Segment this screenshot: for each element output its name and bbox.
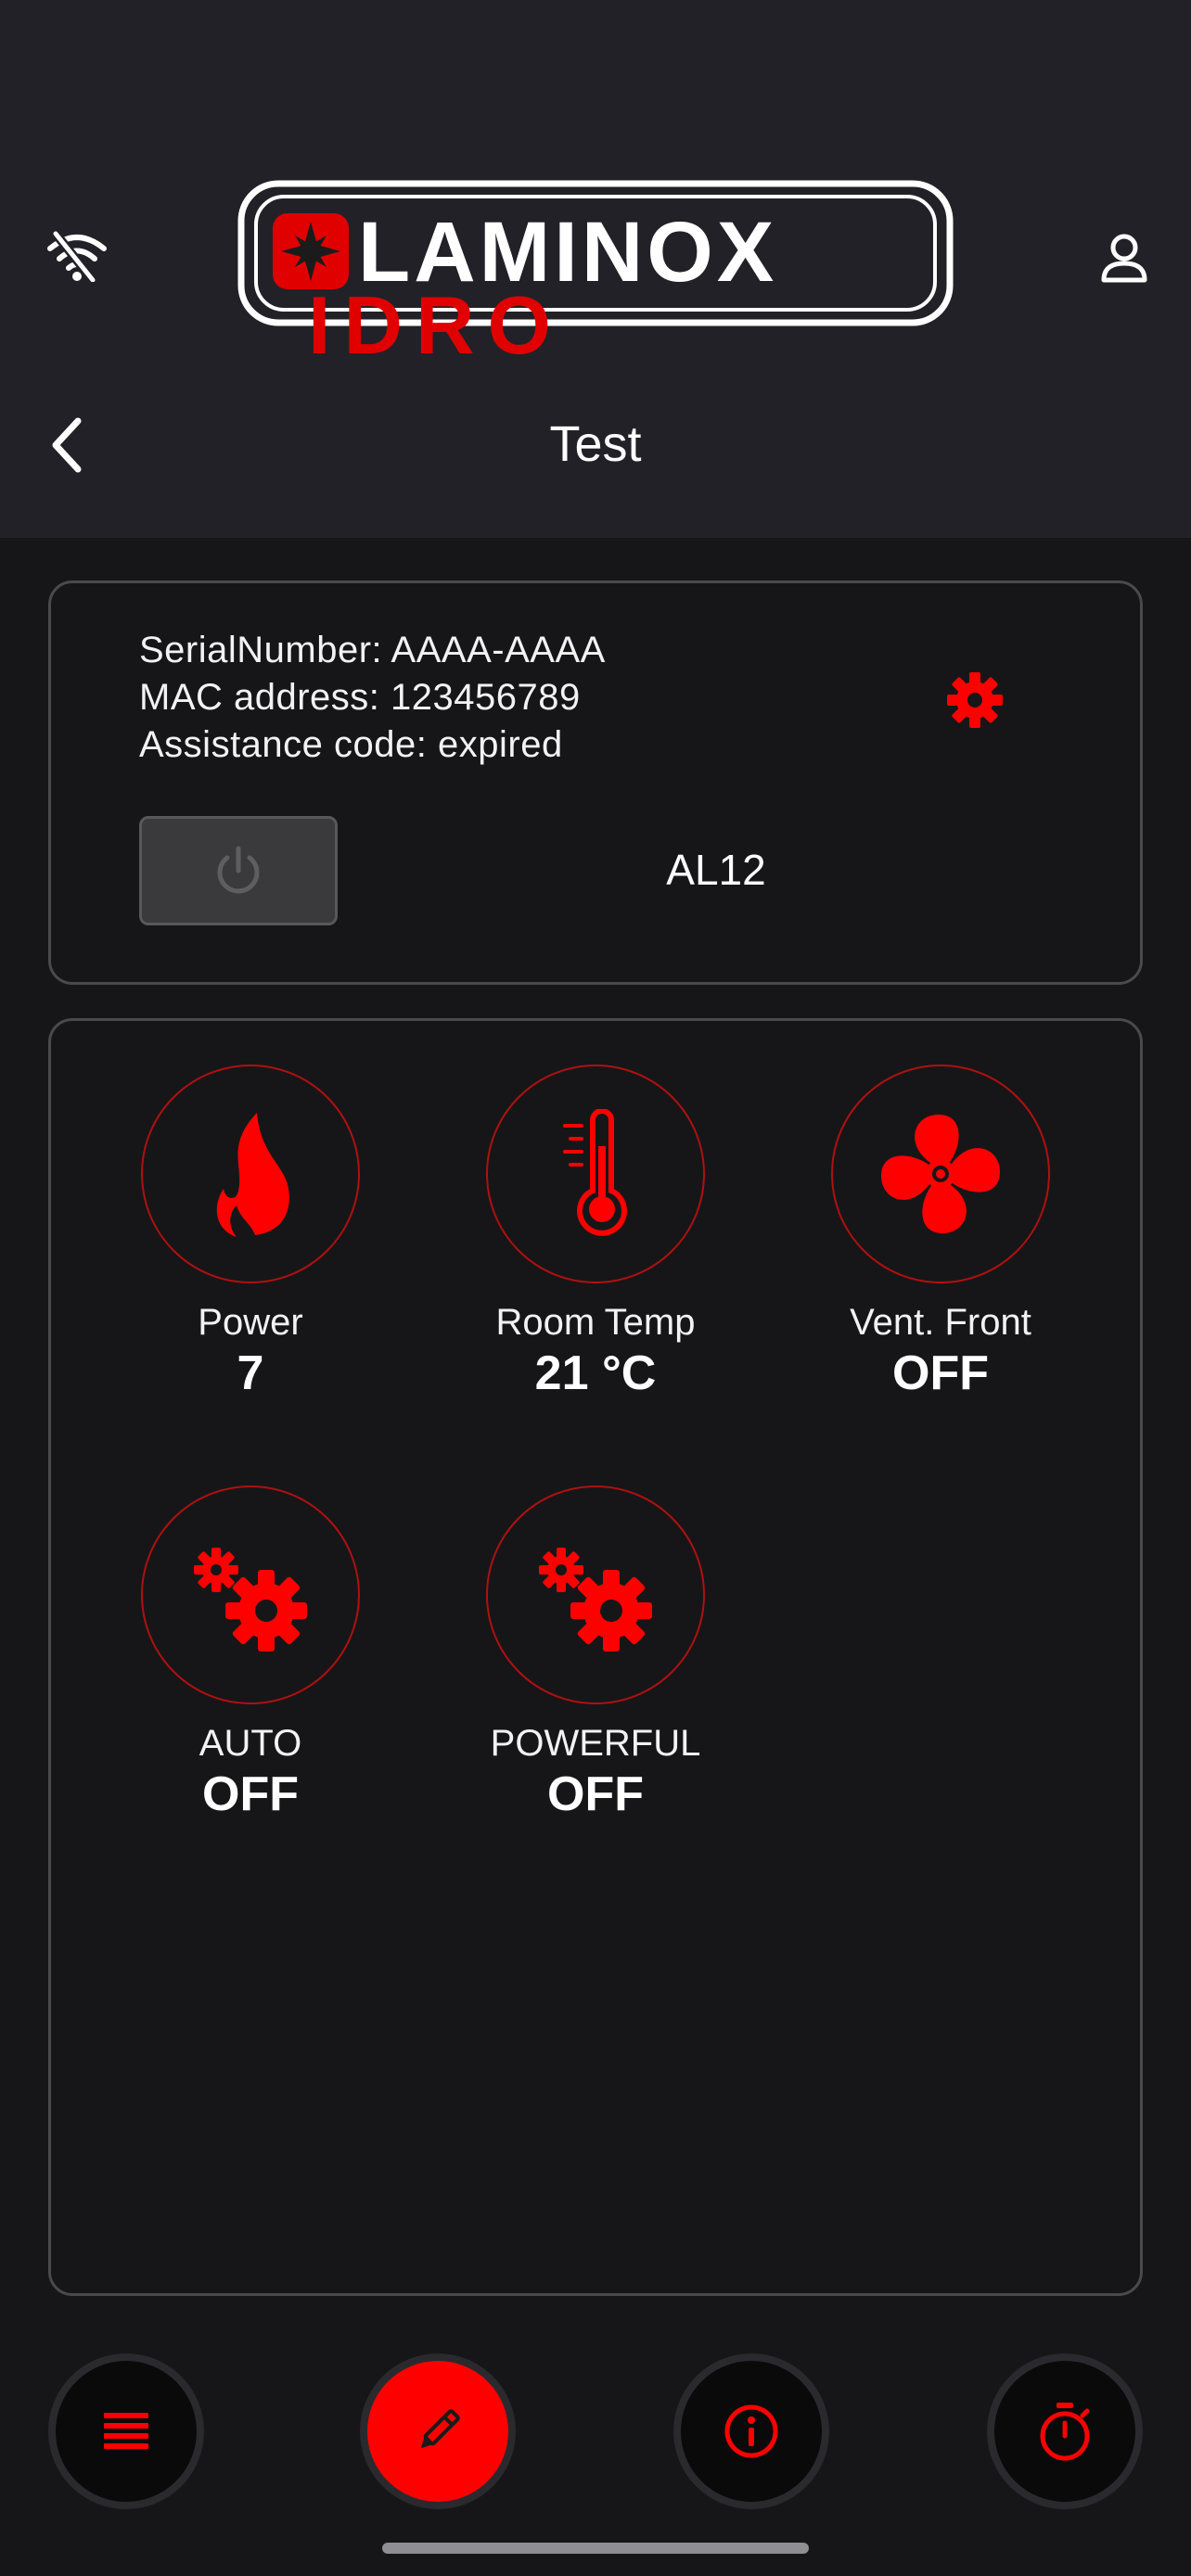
gears-icon — [194, 1548, 307, 1651]
assistance-code: Assistance code: expired — [139, 724, 563, 765]
auto-tile[interactable]: AUTO OFF — [139, 1486, 362, 1822]
tile-label: Power — [198, 1302, 303, 1343]
tile-label: Vent. Front — [850, 1302, 1031, 1343]
flame-icon — [216, 1113, 289, 1237]
wifi-off-icon[interactable] — [37, 223, 117, 289]
room-temp-tile[interactable]: Room Temp 21 °C — [484, 1065, 707, 1401]
page-title: Test — [549, 416, 642, 472]
tile-label: Room Temp — [495, 1302, 696, 1343]
menu-icon — [104, 2413, 148, 2449]
powerful-tile[interactable]: POWERFUL OFF — [484, 1486, 707, 1822]
power-icon — [217, 846, 260, 894]
serial-number: SerialNumber: AAAA-AAAA — [139, 630, 606, 670]
edit-icon — [420, 2409, 460, 2449]
tile-value: OFF — [892, 1346, 989, 1400]
logo-text-idro: IDRO — [308, 279, 564, 371]
device-model: AL12 — [666, 846, 766, 894]
tile-value: OFF — [547, 1767, 644, 1821]
nav-timer-button[interactable] — [987, 2353, 1143, 2509]
tile-value: 21 °C — [534, 1346, 657, 1400]
tile-value: 7 — [237, 1346, 264, 1400]
nav-edit-button[interactable] — [360, 2353, 516, 2509]
fan-icon — [881, 1115, 1000, 1233]
thermometer-icon — [563, 1109, 627, 1236]
tile-label: AUTO — [198, 1723, 302, 1764]
info-icon — [724, 2404, 778, 2458]
mac-address: MAC address: 123456789 — [139, 677, 581, 718]
power-tile[interactable]: Power 7 — [139, 1065, 362, 1401]
vent-front-tile[interactable]: Vent. Front OFF — [829, 1065, 1052, 1401]
back-chevron-icon[interactable] — [33, 408, 100, 482]
power-button[interactable] — [139, 816, 338, 925]
home-indicator — [382, 2543, 809, 2554]
nav-info-button[interactable] — [673, 2353, 829, 2509]
settings-gear-icon[interactable] — [937, 664, 1013, 736]
nav-menu-button[interactable] — [48, 2353, 204, 2509]
tile-label: POWERFUL — [490, 1723, 701, 1764]
user-icon[interactable] — [1085, 223, 1163, 293]
tile-value: OFF — [202, 1767, 299, 1821]
gears-icon — [539, 1548, 652, 1651]
timer-icon — [1040, 2403, 1090, 2461]
